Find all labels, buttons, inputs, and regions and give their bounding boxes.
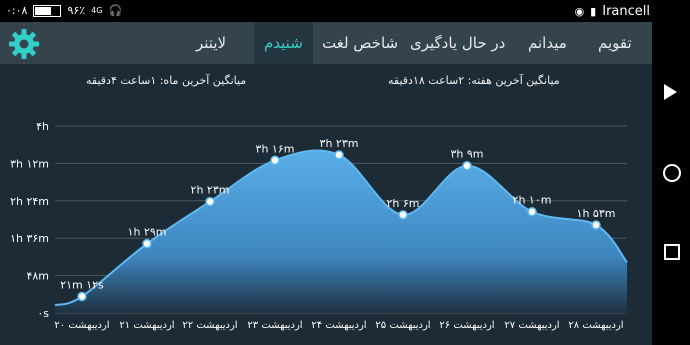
x-tick-label: ۲۲ اردیبهشت <box>182 320 237 331</box>
android-nav-bar <box>652 22 690 345</box>
y-tick-label: ۲h ۲۴m <box>10 195 49 208</box>
recent-apps-button[interactable] <box>664 244 680 260</box>
x-tick-label: ۲۰ اردیبهشت <box>54 320 109 331</box>
data-label: ۲h ۲۳m <box>191 184 230 197</box>
data-label: ۳h ۹m <box>451 148 484 161</box>
data-label: ۳h ۱۶m <box>256 142 295 155</box>
home-button[interactable] <box>663 164 681 182</box>
x-tick-label: ۲۱ اردیبهشت <box>119 320 174 331</box>
y-tick-label: ۴h <box>36 120 49 133</box>
data-point <box>270 155 280 166</box>
x-tick-label: ۲۷ اردیبهشت <box>504 320 559 331</box>
x-tick-label: ۲۵ اردیبهشت <box>375 320 430 331</box>
data-label: ۳h ۲۳m <box>320 137 359 150</box>
data-label: ۱h ۲۹m <box>128 226 167 239</box>
data-point <box>591 220 601 230</box>
data-point <box>462 160 472 171</box>
data-label: ۲h ۶m <box>387 197 420 210</box>
data-point <box>527 206 537 217</box>
x-tick-label: ۲۶ اردیبهشت <box>439 320 494 331</box>
data-point <box>205 196 215 207</box>
data-point <box>334 150 344 160</box>
back-button[interactable] <box>664 84 677 100</box>
data-label: ۲۱m ۱۲s <box>60 278 104 291</box>
y-tick-label: ۳h ۱۲m <box>10 157 49 170</box>
data-label: ۱h ۵۳m <box>577 207 616 220</box>
x-tick-label: ۲۸ اردیبهشت <box>568 320 623 331</box>
data-label: ۲h ۱۰m <box>513 194 552 207</box>
data-point <box>398 210 408 220</box>
x-tick-label: ۲۳ اردیبهشت <box>247 320 302 331</box>
x-tick-label: ۲۴ اردیبهشت <box>311 320 366 331</box>
y-tick-label: ۱h ۳۶m <box>10 232 49 245</box>
usage-chart: ۲۱m ۱۲s ۱h ۲۹m ۲h ۲۳m ۳h ۱۶m ۳h ۲۳m ۲h ۶m ۳h ۹… <box>10 120 628 331</box>
y-tick-label: ۴۸m <box>26 270 49 283</box>
data-point <box>142 238 152 249</box>
data-point <box>77 291 87 302</box>
y-tick-label: ۰s <box>37 307 49 320</box>
